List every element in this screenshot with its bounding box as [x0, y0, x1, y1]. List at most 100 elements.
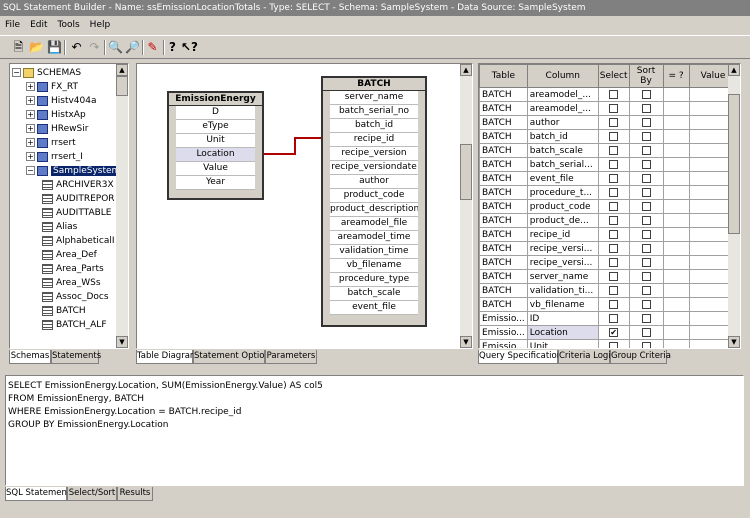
sort-by-checkbox[interactable] — [628, 255, 664, 270]
tree-node-table[interactable]: BATCH — [42, 304, 86, 318]
table-row[interactable]: BATCH batch_scale — [479, 143, 738, 158]
table-row[interactable]: BATCH areamodel_... — [479, 87, 738, 102]
sort-by-checkbox[interactable] — [628, 213, 664, 228]
menu-tools[interactable]: Tools — [53, 17, 85, 34]
grid-cell-operator[interactable] — [662, 297, 690, 312]
table-row[interactable]: BATCH server_name — [479, 269, 738, 284]
select-checkbox[interactable] — [597, 255, 630, 270]
checkbox[interactable] — [609, 229, 619, 239]
expand-icon[interactable]: + — [26, 110, 35, 119]
table-row[interactable]: Emissio... Location ✔ — [479, 325, 738, 340]
grid-cell-operator[interactable] — [662, 143, 690, 158]
grid-cell-operator[interactable] — [662, 269, 690, 284]
tree-scrollbar[interactable]: ▲ ▼ — [116, 64, 128, 348]
entity-field[interactable]: validation_time — [330, 245, 418, 259]
sort-by-checkbox[interactable] — [628, 171, 664, 186]
grid-cell-table[interactable]: Emissio... — [479, 339, 528, 348]
grid-cell-table[interactable]: BATCH — [479, 199, 528, 214]
table-row[interactable]: BATCH batch_id — [479, 129, 738, 144]
checkbox[interactable] — [609, 257, 619, 267]
entity-field[interactable]: product_description — [330, 203, 418, 217]
select-checkbox[interactable] — [597, 213, 630, 228]
grid-cell-operator[interactable] — [662, 325, 690, 340]
entity-field[interactable]: Value — [176, 162, 255, 176]
grid-cell-operator[interactable] — [662, 157, 690, 172]
grid-cell-operator[interactable] — [662, 171, 690, 186]
expand-icon[interactable]: + — [26, 124, 35, 133]
checkbox[interactable] — [609, 341, 619, 348]
help-icon[interactable]: ? — [164, 39, 181, 56]
tab-parameters[interactable]: Parameters — [265, 350, 317, 364]
checkbox[interactable] — [609, 313, 619, 323]
sort-by-checkbox[interactable] — [628, 297, 664, 312]
undo-icon[interactable]: ↶ — [68, 39, 85, 56]
scroll-thumb[interactable] — [116, 76, 128, 96]
grid-cell-operator[interactable] — [662, 227, 690, 242]
tree-node-schema-selected[interactable]: − SampleSystem — [26, 164, 123, 178]
tree-node-table[interactable]: Area_WSs — [42, 276, 101, 290]
scroll-up-icon[interactable]: ▲ — [728, 64, 740, 76]
grid-cell-column[interactable]: areamodel_... — [526, 101, 599, 116]
tab-table-diagram[interactable]: Table Diagram — [136, 350, 198, 364]
entity-field[interactable]: server_name — [330, 91, 418, 105]
menu-file[interactable]: File — [0, 17, 25, 34]
grid-cell-column[interactable]: ID — [526, 311, 599, 326]
sort-by-checkbox[interactable] — [628, 129, 664, 144]
grid-cell-column[interactable]: batch_id — [526, 129, 599, 144]
tab-statement-options[interactable]: Statement Options — [193, 350, 274, 364]
sort-by-checkbox[interactable] — [628, 325, 664, 340]
diagram-scrollbar[interactable]: ▲ ▼ — [460, 64, 472, 348]
table-row[interactable]: Emissio... ID — [479, 311, 738, 326]
entity-field[interactable]: procedure_type — [330, 273, 418, 287]
grid-cell-column[interactable]: product_code — [526, 199, 599, 214]
select-checkbox[interactable] — [597, 339, 630, 348]
entity-field[interactable]: vb_filename — [330, 259, 418, 273]
expand-icon[interactable]: + — [26, 96, 35, 105]
grid-cell-table[interactable]: BATCH — [479, 171, 528, 186]
scroll-up-icon[interactable]: ▲ — [460, 64, 472, 76]
grid-cell-table[interactable]: BATCH — [479, 101, 528, 116]
grid-cell-operator[interactable] — [662, 87, 690, 102]
grid-cell-table[interactable]: BATCH — [479, 213, 528, 228]
tree-node-schema[interactable]: + rrsert_I — [26, 150, 83, 164]
scroll-thumb[interactable] — [728, 94, 740, 234]
grid-cell-column[interactable]: validation_ti... — [526, 283, 599, 298]
context-help-icon[interactable]: ↖? — [181, 39, 198, 56]
sort-by-checkbox[interactable] — [628, 227, 664, 242]
grid-cell-operator[interactable] — [662, 311, 690, 326]
sort-by-checkbox[interactable] — [628, 143, 664, 158]
menu-help[interactable]: Help — [85, 17, 116, 34]
grid-cell-table[interactable]: BATCH — [479, 143, 528, 158]
sort-by-checkbox[interactable] — [628, 269, 664, 284]
grid-cell-column[interactable]: author — [526, 115, 599, 130]
scroll-down-icon[interactable]: ▼ — [728, 336, 740, 348]
checkbox[interactable] — [641, 299, 651, 309]
checkbox[interactable] — [641, 159, 651, 169]
checkbox[interactable] — [609, 159, 619, 169]
checkbox[interactable] — [641, 201, 651, 211]
checkbox[interactable]: ✔ — [609, 327, 619, 337]
tree-node-table[interactable]: AlphabeticalI — [42, 234, 115, 248]
tree-node-table[interactable]: ARCHIVER3X — [42, 178, 114, 192]
entity-field[interactable]: D — [176, 106, 255, 120]
grid-cell-table[interactable]: Emissio... — [479, 311, 528, 326]
grid-cell-table[interactable]: BATCH — [479, 115, 528, 130]
grid-cell-operator[interactable] — [662, 283, 690, 298]
tree-node-table[interactable]: Area_Parts — [42, 262, 104, 276]
checkbox[interactable] — [641, 103, 651, 113]
entity-field[interactable]: event_file — [330, 301, 418, 315]
menu-edit[interactable]: Edit — [25, 17, 52, 34]
checkbox[interactable] — [609, 103, 619, 113]
select-checkbox[interactable] — [597, 283, 630, 298]
select-checkbox[interactable] — [597, 241, 630, 256]
entity-field[interactable]: areamodel_file — [330, 217, 418, 231]
sql-statement-editor[interactable]: SELECT EmissionEnergy.Location, SUM(Emis… — [5, 375, 744, 486]
tab-select-sort[interactable]: Select/Sort — [67, 487, 117, 501]
tab-criteria-logic[interactable]: Criteria Logic — [558, 350, 615, 364]
entity-field[interactable]: Unit — [176, 134, 255, 148]
checkbox[interactable] — [641, 341, 651, 348]
grid-cell-column[interactable]: Location — [526, 325, 599, 340]
collapse-icon[interactable]: − — [26, 166, 35, 175]
select-checkbox[interactable] — [597, 227, 630, 242]
column-header[interactable]: Sort By — [628, 64, 664, 88]
